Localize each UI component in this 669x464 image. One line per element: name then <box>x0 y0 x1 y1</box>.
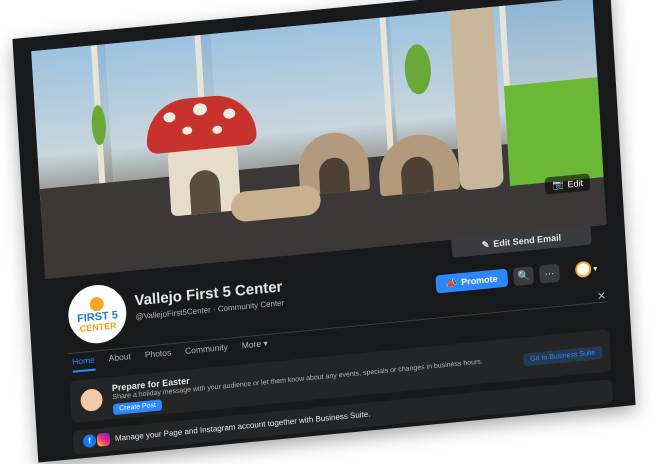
instagram-icon <box>96 432 111 447</box>
search-icon: 🔍 <box>517 270 531 283</box>
profile-avatar-icon <box>574 260 592 279</box>
tab-community[interactable]: Community <box>185 342 229 362</box>
search-button[interactable]: 🔍 <box>513 266 535 287</box>
easter-egg-icon <box>79 388 104 413</box>
promote-button[interactable]: 📣 Promote <box>435 268 509 294</box>
tab-home[interactable]: Home <box>71 354 96 373</box>
play-hut-door <box>318 156 351 195</box>
logo-text-center: CENTER <box>79 319 117 334</box>
suite-icons: f <box>82 432 111 449</box>
edit-send-email-label: Edit Send Email <box>493 232 562 249</box>
pencil-icon: ✎ <box>481 238 490 250</box>
promote-label: Promote <box>460 273 498 288</box>
tab-more[interactable]: More ▾ <box>241 338 268 356</box>
green-wall <box>503 77 604 187</box>
facebook-page-screen: 📷 Edit FIRST 5 CENTER Vallejo First 5 Ce… <box>12 0 636 463</box>
go-to-business-suite-button[interactable]: Go to Business Suite <box>522 345 603 367</box>
facebook-icon: f <box>82 433 97 449</box>
close-icon[interactable]: ✕ <box>597 289 607 303</box>
mushroom-house-door <box>188 168 222 215</box>
more-icon: ··· <box>544 267 555 280</box>
more-button[interactable]: ··· <box>538 263 560 284</box>
photo-stage: 📷 Edit FIRST 5 CENTER Vallejo First 5 Ce… <box>0 0 669 464</box>
play-hut-door <box>400 155 435 195</box>
sun-logo-icon <box>89 295 105 312</box>
camera-icon: 📷 <box>551 178 564 190</box>
megaphone-icon: 📣 <box>445 277 458 289</box>
chevron-down-icon: ▾ <box>592 263 598 273</box>
page-avatar[interactable]: FIRST 5 CENTER <box>63 279 132 350</box>
create-post-button[interactable]: Create Post <box>112 399 163 416</box>
tab-photos[interactable]: Photos <box>144 347 171 366</box>
profile-switcher[interactable]: ▾ <box>574 257 606 280</box>
tab-about[interactable]: About <box>108 351 131 369</box>
edit-cover-label: Edit <box>567 177 584 189</box>
